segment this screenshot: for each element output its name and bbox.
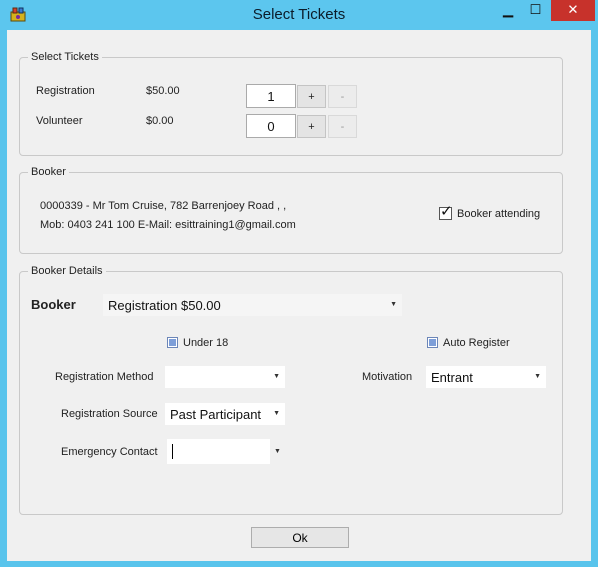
booker-contact: Mob: 0403 241 100 E-Mail: esittraining1@… <box>40 219 296 231</box>
motivation-value: Entrant <box>431 369 473 385</box>
volunteer-minus-button[interactable]: - <box>328 115 357 138</box>
emergency-contact-label: Emergency Contact <box>61 446 158 458</box>
volunteer-quantity-input[interactable]: 0 <box>246 114 296 138</box>
registration-source-dropdown[interactable]: Past Participant ▼ <box>165 403 285 425</box>
motivation-label: Motivation <box>362 371 413 383</box>
under-18-checkbox[interactable] <box>167 337 178 348</box>
auto-register-checkbox[interactable] <box>427 337 438 348</box>
ticket-name-registration: Registration <box>36 85 95 97</box>
booker-ticket-dropdown[interactable]: Registration $50.00 ▼ <box>103 294 402 316</box>
under-18-label: Under 18 <box>183 337 229 349</box>
registration-method-label: Registration Method <box>55 371 154 383</box>
booker-label: Booker <box>31 297 76 312</box>
volunteer-plus-button[interactable]: + <box>297 115 326 138</box>
chevron-down-icon: ▼ <box>534 373 541 380</box>
registration-plus-button[interactable]: + <box>297 85 326 108</box>
auto-register-label: Auto Register <box>443 337 510 349</box>
ticket-price-volunteer: $0.00 <box>146 115 174 127</box>
registration-minus-button[interactable]: - <box>328 85 357 108</box>
registration-quantity-input[interactable]: 1 <box>246 84 296 108</box>
booker-attending-checkbox[interactable]: ✓ <box>439 203 453 220</box>
select-tickets-legend: Select Tickets <box>28 51 102 63</box>
motivation-dropdown[interactable]: Entrant ▼ <box>426 366 546 388</box>
dialog-body: Select Tickets Registration $50.00 1 + -… <box>7 30 591 561</box>
text-caret <box>172 444 173 459</box>
close-button[interactable]: ✕ <box>551 0 595 21</box>
minimize-button[interactable]: ▁ <box>494 0 522 21</box>
chevron-down-icon: ▼ <box>390 301 397 308</box>
booker-legend: Booker <box>28 166 69 178</box>
registration-source-value: Past Participant <box>170 406 262 422</box>
ticket-name-volunteer: Volunteer <box>36 115 83 127</box>
booker-address: 0000339 - Mr Tom Cruise, 782 Barrenjoey … <box>40 200 287 212</box>
title-bar[interactable]: Select Tickets ▁ ☐ ✕ <box>0 0 598 30</box>
booker-attending-label: Booker attending <box>457 208 541 220</box>
maximize-button[interactable]: ☐ <box>522 0 549 21</box>
booker-ticket-value: Registration $50.00 <box>108 297 221 313</box>
ticket-price-registration: $50.00 <box>146 85 180 97</box>
booker-details-legend: Booker Details <box>28 265 106 277</box>
registration-method-dropdown[interactable]: ▼ <box>165 366 285 388</box>
chevron-down-icon: ▼ <box>273 410 280 417</box>
ok-button[interactable]: Ok <box>251 527 349 548</box>
chevron-down-icon[interactable]: ▼ <box>274 448 281 455</box>
emergency-contact-input[interactable] <box>167 439 270 464</box>
registration-source-label: Registration Source <box>61 408 158 420</box>
checkmark-icon: ✓ <box>440 203 453 220</box>
chevron-down-icon: ▼ <box>273 373 280 380</box>
